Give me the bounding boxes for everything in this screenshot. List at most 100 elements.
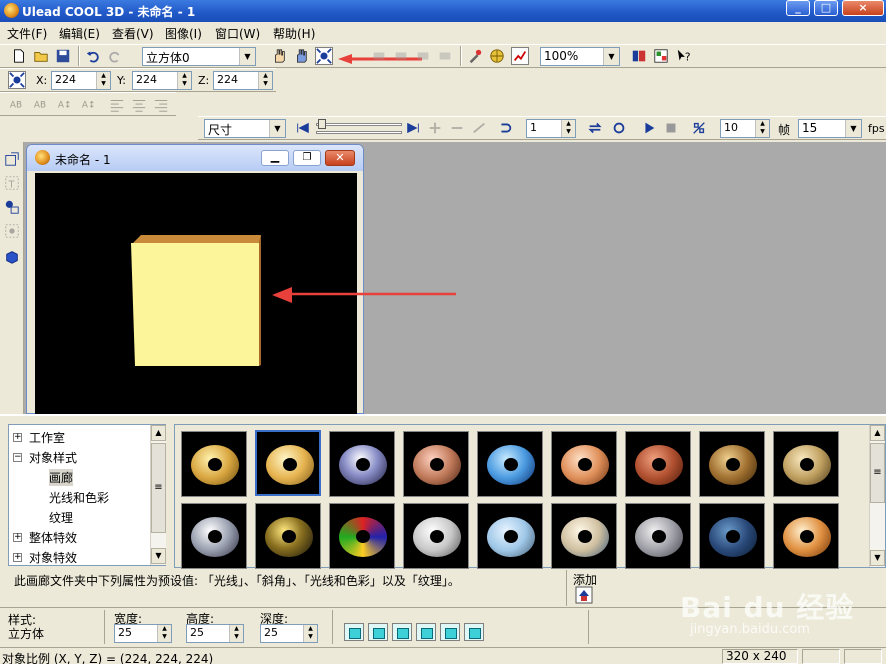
- cube-shape-1-icon[interactable]: [344, 623, 364, 641]
- insert-geometry-icon[interactable]: [3, 198, 21, 216]
- gallery-thumb[interactable]: [477, 503, 543, 569]
- menu-file[interactable]: 文件(F): [7, 25, 47, 42]
- gallery-thumb[interactable]: [255, 503, 321, 569]
- cube-shape-3-icon[interactable]: [392, 623, 412, 641]
- doc-close-button[interactable]: ✕: [325, 150, 355, 166]
- hand-move-icon[interactable]: [270, 47, 288, 65]
- y-input[interactable]: 224 ▲ ▼: [132, 71, 192, 90]
- play-icon[interactable]: [640, 119, 658, 137]
- gallery-thumb[interactable]: [477, 431, 543, 497]
- property-select[interactable]: 尺寸 ▼: [204, 119, 286, 138]
- expand-icon[interactable]: +: [13, 553, 22, 562]
- save-icon[interactable]: [54, 47, 72, 65]
- gallery-thumb[interactable]: [403, 503, 469, 569]
- chart-icon[interactable]: [511, 47, 529, 65]
- last-frame-icon[interactable]: [404, 119, 422, 137]
- gallery-thumb[interactable]: [329, 431, 395, 497]
- cube-icon[interactable]: [3, 248, 21, 266]
- doc-minimize-button[interactable]: ▁: [261, 150, 289, 166]
- gallery-thumb[interactable]: [255, 430, 321, 496]
- height-input[interactable]: 25 ▲ ▼: [186, 624, 244, 643]
- x-input[interactable]: 224 ▲ ▼: [51, 71, 111, 90]
- cube-shape-4-icon[interactable]: [416, 623, 436, 641]
- tree-item-light-color[interactable]: 光线和色彩: [49, 489, 109, 506]
- timeline-slider-handle[interactable]: [318, 119, 326, 129]
- spin-arrows-icon[interactable]: ▲ ▼: [755, 120, 769, 137]
- collapse-icon[interactable]: −: [13, 453, 22, 462]
- menu-view[interactable]: 查看(V): [112, 25, 154, 42]
- tree-item-studio[interactable]: 工作室: [29, 429, 65, 446]
- scroll-thumb[interactable]: ≡: [151, 443, 166, 533]
- insert-object-icon[interactable]: [3, 150, 21, 168]
- globe-icon[interactable]: [488, 47, 506, 65]
- open-folder-icon[interactable]: [32, 47, 50, 65]
- undo-icon[interactable]: [84, 47, 102, 65]
- depth-input[interactable]: 25 ▲ ▼: [260, 624, 318, 643]
- loop-icon[interactable]: [496, 119, 514, 137]
- menu-image[interactable]: 图像(I): [165, 25, 202, 42]
- frame-input[interactable]: 1 ▲ ▼: [526, 119, 576, 138]
- menu-edit[interactable]: 编辑(E): [59, 25, 100, 42]
- spin-arrows-icon[interactable]: ▲ ▼: [157, 625, 171, 642]
- hand-rotate-icon[interactable]: [292, 47, 310, 65]
- gallery-thumb[interactable]: [329, 503, 395, 569]
- pingpong-icon[interactable]: [586, 119, 604, 137]
- spin-arrows-icon[interactable]: ▲ ▼: [96, 72, 110, 89]
- stop-icon[interactable]: [662, 119, 680, 137]
- gallery-thumb[interactable]: [625, 503, 691, 569]
- spin-arrows-icon[interactable]: ▲ ▼: [303, 625, 317, 642]
- gallery-thumb[interactable]: [625, 431, 691, 497]
- expand-icon[interactable]: +: [13, 433, 22, 442]
- menu-window[interactable]: 窗口(W): [215, 25, 260, 42]
- doc-restore-button[interactable]: ❐: [293, 150, 321, 166]
- scroll-up-icon[interactable]: ▲: [870, 425, 885, 441]
- fps-select[interactable]: 15 ▼: [798, 119, 862, 138]
- tree-item-global-fx[interactable]: 整体特效: [29, 529, 77, 546]
- gallery-thumb[interactable]: [181, 431, 247, 497]
- frame-count-input[interactable]: 10 ▲ ▼: [720, 119, 770, 138]
- scroll-up-icon[interactable]: ▲: [151, 425, 166, 441]
- width-input[interactable]: 25 ▲ ▼: [114, 624, 172, 643]
- gallery-thumb[interactable]: [773, 431, 839, 497]
- zoom-select[interactable]: 100% ▼: [540, 47, 620, 66]
- gallery-thumb[interactable]: [181, 503, 247, 569]
- new-file-icon[interactable]: [10, 47, 28, 65]
- tree-scrollbar[interactable]: ▲ ≡ ▼: [150, 425, 166, 565]
- first-frame-icon[interactable]: [294, 119, 312, 137]
- maximize-button[interactable]: □: [814, 0, 838, 16]
- spin-arrows-icon[interactable]: ▲ ▼: [177, 72, 191, 89]
- gallery-scrollbar[interactable]: ▲ ≡ ▼: [869, 425, 885, 567]
- scroll-down-icon[interactable]: ▼: [151, 548, 166, 564]
- plugin-icon[interactable]: [630, 47, 648, 65]
- tree-item-object-style[interactable]: 对象样式: [29, 449, 77, 466]
- z-input[interactable]: 224 ▲ ▼: [213, 71, 273, 90]
- cube-shape-6-icon[interactable]: [464, 623, 484, 641]
- gallery-thumb[interactable]: [403, 431, 469, 497]
- tree-item-gallery[interactable]: 画廊: [49, 469, 74, 486]
- close-button[interactable]: ×: [842, 0, 884, 16]
- timeline-track[interactable]: [316, 123, 402, 126]
- spin-arrows-icon[interactable]: ▲ ▼: [229, 625, 243, 642]
- repeat-icon[interactable]: [610, 119, 628, 137]
- scroll-down-icon[interactable]: ▼: [870, 550, 885, 566]
- cube-shape-5-icon[interactable]: [440, 623, 460, 641]
- cube-shape-2-icon[interactable]: [368, 623, 388, 641]
- size-object-icon[interactable]: [315, 47, 333, 65]
- expand-icon[interactable]: +: [13, 533, 22, 542]
- gallery-icon[interactable]: [652, 47, 670, 65]
- size-object-icon[interactable]: [8, 71, 26, 89]
- tree-item-object-fx[interactable]: 对象特效: [29, 549, 77, 566]
- timeline-range[interactable]: [316, 131, 402, 134]
- scroll-thumb[interactable]: ≡: [870, 443, 885, 503]
- spin-arrows-icon[interactable]: ▲ ▼: [258, 72, 272, 89]
- tree-item-texture[interactable]: 纹理: [49, 509, 73, 526]
- gallery-thumb[interactable]: [551, 503, 617, 569]
- eyedropper-icon[interactable]: [466, 47, 484, 65]
- menu-help[interactable]: 帮助(H): [273, 25, 315, 42]
- add-to-gallery-icon[interactable]: [575, 586, 593, 604]
- help-pointer-icon[interactable]: ?: [675, 47, 693, 65]
- gallery-thumb[interactable]: [699, 431, 765, 497]
- gallery-thumb[interactable]: [551, 431, 617, 497]
- minimize-button[interactable]: _: [786, 0, 810, 16]
- gallery-thumb[interactable]: [773, 503, 839, 569]
